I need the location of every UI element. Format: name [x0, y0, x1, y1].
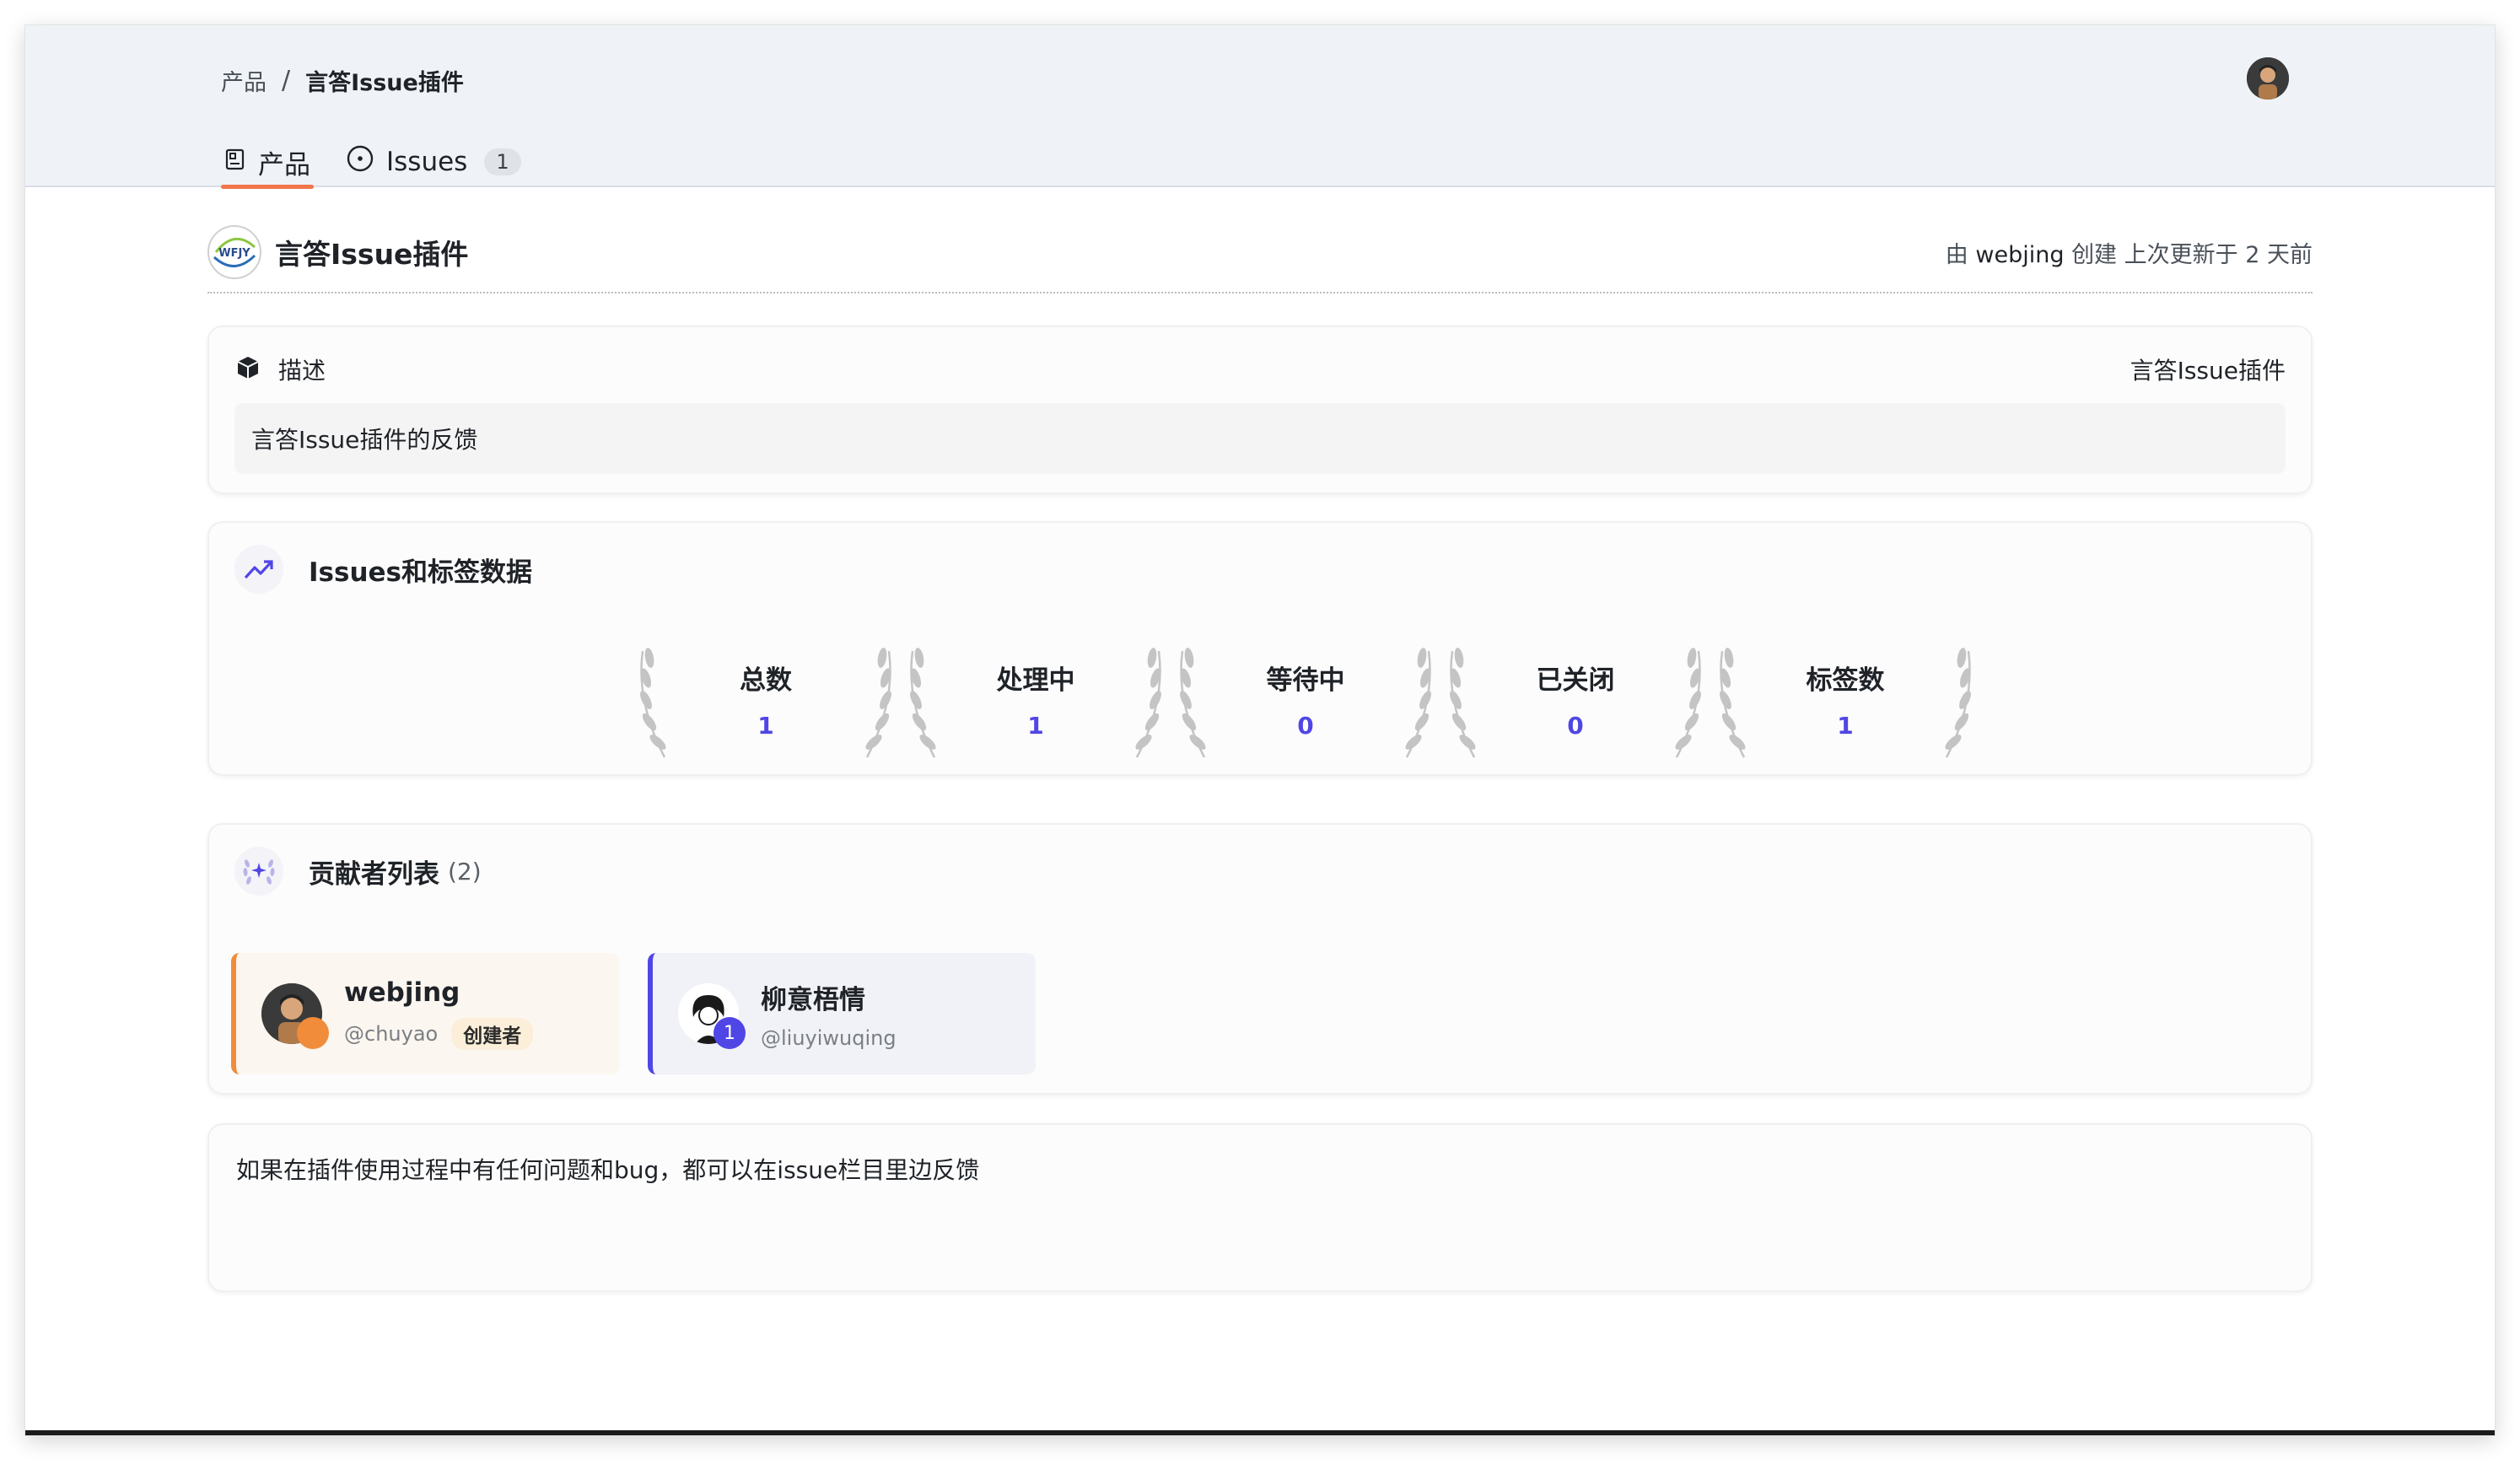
- stat-waiting: 等待中 0: [1171, 643, 1440, 761]
- contributors-card: 贡献者列表 (2) webjing @chuyao 创建者 1 柳意梧情 @li…: [207, 823, 2313, 1095]
- stat-labels: 标签数 1: [1710, 643, 1980, 761]
- contributor-badge: 1: [713, 1017, 746, 1049]
- tab-issues[interactable]: Issues 1: [342, 137, 525, 187]
- page-header: 产品 / 言答Issue插件 产品 Issues 1: [25, 25, 2495, 189]
- description-product-name: 言答Issue插件: [2130, 357, 2286, 385]
- contributor-card[interactable]: webjing @chuyao 创建者: [231, 953, 619, 1074]
- meta-updated: 上次更新于 2 天前: [2124, 241, 2313, 268]
- logo-text: WFJY: [218, 247, 250, 260]
- stat-closed-value: 0: [1567, 712, 1584, 740]
- contributor-avatar: [261, 983, 329, 1049]
- laurel-left-icon: [631, 643, 673, 764]
- stat-labels-value: 1: [1837, 712, 1854, 740]
- stats-title: Issues和标签数据: [309, 557, 532, 588]
- meta-prefix: 由: [1945, 241, 1968, 268]
- tab-products-label: 产品: [258, 149, 310, 180]
- tab-products[interactable]: 产品: [221, 137, 314, 189]
- laurel-right-icon: [1128, 643, 1171, 764]
- stat-labels-label: 标签数: [1806, 665, 1885, 696]
- breadcrumb-products-link[interactable]: 产品: [221, 64, 267, 97]
- contributor-badge: [297, 1017, 329, 1049]
- stat-total: 总数 1: [631, 643, 901, 761]
- contributors-list: webjing @chuyao 创建者 1 柳意梧情 @liuyiwuqing: [231, 953, 1036, 1074]
- stat-in-progress-label: 处理中: [996, 665, 1075, 696]
- issues-count-badge: 1: [484, 148, 521, 175]
- cube-icon: [234, 354, 261, 385]
- laurel-left-icon: [1440, 643, 1483, 764]
- breadcrumb-current[interactable]: 言答Issue插件: [305, 64, 464, 97]
- contributor-name: webjing: [344, 977, 460, 1008]
- sparkle-laurel-icon: [234, 847, 283, 896]
- stat-total-label: 总数: [740, 665, 792, 696]
- stat-waiting-label: 等待中: [1266, 665, 1345, 696]
- contributor-avatar: 1: [678, 983, 746, 1049]
- description-card: 描述 言答Issue插件 言答Issue插件的反馈: [207, 326, 2313, 494]
- description-text: 言答Issue插件的反馈: [234, 403, 2286, 474]
- trending-up-icon: [234, 545, 283, 594]
- contributors-title: 贡献者列表: [309, 858, 439, 890]
- stat-closed-label: 已关闭: [1536, 665, 1615, 696]
- readme-text: 如果在插件使用过程中有任何问题和bug，都可以在issue栏目里边反馈: [236, 1156, 980, 1184]
- stat-in-progress: 处理中 1: [901, 643, 1171, 761]
- laurel-right-icon: [1938, 643, 1980, 764]
- product-meta: 由 webjing 创建 上次更新于 2 天前: [1946, 236, 2313, 269]
- repo-icon: [224, 147, 246, 177]
- stat-total-value: 1: [757, 712, 774, 740]
- stat-closed: 已关闭 0: [1440, 643, 1710, 761]
- tab-bar: 产品 Issues 1: [221, 137, 525, 189]
- product-logo: WFJY: [207, 225, 261, 279]
- laurel-right-icon: [1668, 643, 1710, 764]
- laurel-left-icon: [901, 643, 943, 764]
- product-title: 言答Issue插件: [275, 238, 469, 271]
- description-title: 描述: [278, 357, 326, 385]
- contributors-count: (2): [448, 857, 482, 885]
- window-bottom-edge: [25, 1430, 2495, 1435]
- app-window: 产品 / 言答Issue插件 产品 Issues 1 WFJY 言答Issue插…: [25, 25, 2495, 1435]
- issue-circle-icon: [346, 144, 374, 180]
- meta-created: 创建: [2071, 241, 2118, 268]
- laurel-left-icon: [1171, 643, 1213, 764]
- product-title-row: WFJY 言答Issue插件 由 webjing 创建 上次更新于 2 天前: [207, 213, 2313, 293]
- contributor-card[interactable]: 1 柳意梧情 @liuyiwuqing: [648, 953, 1036, 1074]
- stat-in-progress-value: 1: [1027, 712, 1044, 740]
- stats-row: 总数 1 处理中 1 等待中 0 已关闭 0 标签数 1: [631, 643, 1980, 761]
- laurel-right-icon: [1398, 643, 1440, 764]
- breadcrumb-separator: /: [282, 66, 291, 95]
- readme-card: 如果在插件使用过程中有任何问题和bug，都可以在issue栏目里边反馈: [207, 1123, 2313, 1292]
- contributor-handle: @liuyiwuqing: [761, 1025, 897, 1050]
- laurel-right-icon: [859, 643, 901, 764]
- laurel-left-icon: [1710, 643, 1753, 764]
- breadcrumb: 产品 / 言答Issue插件: [221, 64, 464, 97]
- stat-waiting-value: 0: [1297, 712, 1314, 740]
- contributor-name: 柳意梧情: [761, 984, 865, 1015]
- creator-tag: 创建者: [451, 1018, 534, 1050]
- tab-issues-label: Issues: [386, 147, 468, 177]
- stats-card: Issues和标签数据 总数 1 处理中 1 等待中 0 已关闭 0 标签数 1: [207, 521, 2313, 776]
- user-avatar[interactable]: [2247, 57, 2289, 100]
- meta-author-link[interactable]: webjing: [1975, 242, 2064, 268]
- contributor-handle: @chuyao: [344, 1022, 439, 1046]
